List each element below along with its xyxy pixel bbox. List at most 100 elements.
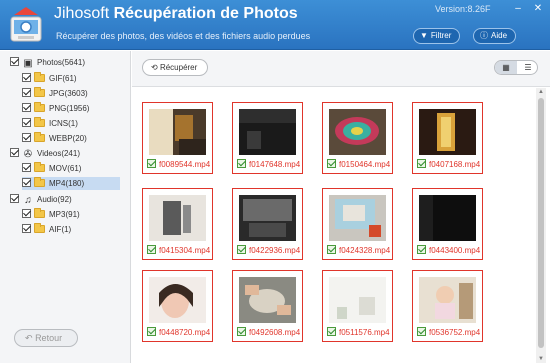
file-tile[interactable]: f0147648.mp4 <box>232 102 303 174</box>
category-photos[interactable]: ▣ Photos(5641) <box>10 56 128 69</box>
file-checkbox[interactable] <box>327 159 336 168</box>
folder-gif[interactable]: GIF(61) <box>22 72 128 85</box>
file-checkbox[interactable] <box>147 159 156 168</box>
file-checkbox[interactable] <box>147 245 156 254</box>
back-button[interactable]: ↶ Retour <box>14 329 78 347</box>
help-label: Aide <box>491 31 508 40</box>
file-tile[interactable]: f0536752.mp4 <box>412 270 483 342</box>
file-tile[interactable]: f0443400.mp4 <box>412 188 483 260</box>
video-thumbnail <box>149 195 206 241</box>
folder-label: ICNS(1) <box>49 119 78 128</box>
file-checkbox[interactable] <box>147 327 156 336</box>
folder-webp[interactable]: WEBP(20) <box>22 132 128 145</box>
file-checkbox[interactable] <box>417 159 426 168</box>
file-checkbox[interactable] <box>417 327 426 336</box>
checkbox[interactable] <box>10 57 19 66</box>
category-audio[interactable]: ♫ Audio(92) <box>10 193 128 206</box>
folder-mp4[interactable]: MP4(180) <box>22 177 120 190</box>
filter-button[interactable]: ▼ Filtrer <box>413 28 461 44</box>
folder-jpg[interactable]: JPG(3603) <box>22 87 128 100</box>
checkbox[interactable] <box>10 148 19 157</box>
folder-icon <box>34 177 45 187</box>
file-tile[interactable]: f0492608.mp4 <box>232 270 303 342</box>
video-thumbnail <box>329 277 386 323</box>
folder-label: PNG(1956) <box>49 104 90 113</box>
file-tile[interactable]: f0511576.mp4 <box>322 270 393 342</box>
checkbox[interactable] <box>22 133 31 142</box>
file-name: f0443400.mp4 <box>429 246 481 255</box>
file-checkbox[interactable] <box>237 327 246 336</box>
file-tile[interactable]: f0089544.mp4 <box>142 102 213 174</box>
filter-label: Filtrer <box>430 31 452 40</box>
checkbox[interactable] <box>22 88 31 97</box>
scroll-down-icon[interactable]: ▼ <box>536 355 546 363</box>
file-tile[interactable]: f0448720.mp4 <box>142 270 213 342</box>
recover-button[interactable]: ⟲ Récupérer <box>142 59 208 76</box>
file-tile[interactable]: f0407168.mp4 <box>412 102 483 174</box>
folder-mov[interactable]: MOV(61) <box>22 162 128 175</box>
folder-png[interactable]: PNG(1956) <box>22 102 128 115</box>
checkbox[interactable] <box>22 103 31 112</box>
main-panel: ⟲ Récupérer ▦ ☰ f0089544.mp4 f0147648.mp… <box>132 51 550 363</box>
folder-icon <box>34 72 45 82</box>
back-arrow-icon: ↶ <box>25 333 33 343</box>
file-label: f0536752.mp4 <box>417 327 480 338</box>
video-thumbnail <box>239 195 296 241</box>
filter-icon: ▼ <box>420 31 428 40</box>
file-name: f0089544.mp4 <box>159 160 211 169</box>
film-reel-icon: ✇ <box>23 149 33 160</box>
sidebar: ▣ Photos(5641) GIF(61) JPG(3603) PNG(1956… <box>0 51 131 363</box>
folder-icon <box>34 132 45 142</box>
video-thumbnail <box>239 109 296 155</box>
scroll-thumb[interactable] <box>538 98 544 348</box>
file-label: f0448720.mp4 <box>147 327 210 338</box>
help-icon: ⓘ <box>480 31 488 40</box>
category-label: Audio(92) <box>37 195 72 204</box>
folder-icon <box>34 223 45 233</box>
file-tile[interactable]: f0422936.mp4 <box>232 188 303 260</box>
folder-aif[interactable]: AIF(1) <box>22 223 128 236</box>
file-label: f0511576.mp4 <box>327 327 390 338</box>
folder-icns[interactable]: ICNS(1) <box>22 117 128 130</box>
checkbox[interactable] <box>22 118 31 127</box>
grid-view-icon[interactable]: ▦ <box>495 61 517 74</box>
folder-label: MP3(91) <box>49 210 80 219</box>
category-label: Videos(241) <box>37 149 80 158</box>
vertical-scrollbar[interactable]: ▲ ▼ <box>536 88 546 363</box>
checkbox[interactable] <box>22 178 31 187</box>
checkbox[interactable] <box>22 73 31 82</box>
file-tile[interactable]: f0415304.mp4 <box>142 188 213 260</box>
close-button[interactable]: ✕ <box>532 3 544 15</box>
file-name: f0147648.mp4 <box>249 160 301 169</box>
file-checkbox[interactable] <box>237 245 246 254</box>
file-checkbox[interactable] <box>417 245 426 254</box>
list-view-icon[interactable]: ☰ <box>517 61 537 74</box>
video-thumbnail <box>329 109 386 155</box>
video-thumbnail <box>149 277 206 323</box>
file-label: f0415304.mp4 <box>147 245 210 256</box>
file-tile[interactable]: f0150464.mp4 <box>322 102 393 174</box>
checkbox[interactable] <box>22 224 31 233</box>
file-checkbox[interactable] <box>327 327 336 336</box>
checkbox[interactable] <box>22 163 31 172</box>
help-button[interactable]: ⓘ Aide <box>473 28 517 44</box>
minimize-button[interactable]: – <box>512 3 524 15</box>
folder-label: MOV(61) <box>49 164 82 173</box>
file-label: f0443400.mp4 <box>417 245 480 256</box>
scroll-up-icon[interactable]: ▲ <box>536 88 546 96</box>
folder-icon <box>34 117 45 127</box>
checkbox[interactable] <box>22 209 31 218</box>
file-checkbox[interactable] <box>237 159 246 168</box>
folder-label: MP4(180) <box>49 179 85 188</box>
video-thumbnail <box>239 277 296 323</box>
file-name: f0150464.mp4 <box>339 160 391 169</box>
file-checkbox[interactable] <box>327 245 336 254</box>
category-videos[interactable]: ✇ Videos(241) <box>10 147 128 160</box>
recover-icon: ⟲ <box>151 63 158 72</box>
checkbox[interactable] <box>10 194 19 203</box>
video-thumbnail <box>329 195 386 241</box>
folder-mp3[interactable]: MP3(91) <box>22 208 128 221</box>
image-icon: ▣ <box>23 58 33 69</box>
file-tile[interactable]: f0424328.mp4 <box>322 188 393 260</box>
app-header: Jihosoft Récupération de Photos Récupére… <box>0 0 550 50</box>
